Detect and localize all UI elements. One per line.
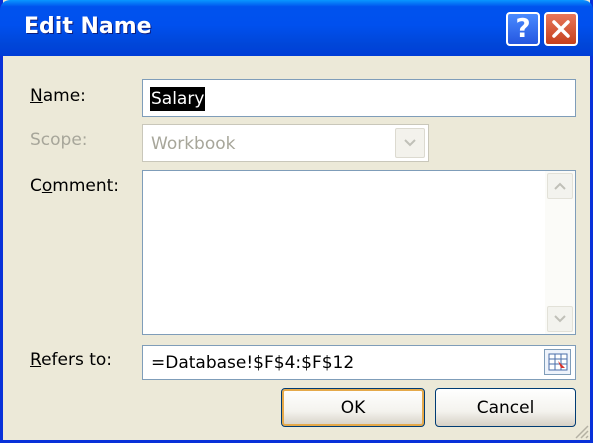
chevron-down-icon: [554, 315, 566, 323]
scope-dropdown-button: [395, 128, 425, 158]
resize-grip-icon[interactable]: [572, 422, 590, 440]
edit-name-dialog: Edit Name ? Name: Salary Scope: Workbook…: [0, 0, 593, 443]
refers-to-label: Refers to:: [30, 350, 113, 370]
scroll-down-button[interactable]: [547, 306, 573, 332]
collapse-dialog-button[interactable]: [544, 349, 571, 375]
title-bar[interactable]: Edit Name ?: [0, 0, 593, 56]
scope-select: Workbook: [142, 124, 429, 162]
name-label: Name:: [30, 86, 86, 106]
help-button[interactable]: ?: [506, 12, 540, 46]
chevron-up-icon: [554, 182, 566, 190]
scope-value: Workbook: [151, 134, 236, 154]
ok-button[interactable]: OK: [281, 388, 425, 427]
close-icon: [552, 20, 570, 38]
scope-label: Scope:: [30, 130, 88, 150]
name-value: Salary: [150, 87, 206, 111]
help-icon: ?: [515, 14, 531, 44]
name-input[interactable]: Salary: [142, 79, 576, 117]
comment-scrollbar[interactable]: [545, 171, 575, 334]
comment-textarea[interactable]: [142, 170, 576, 335]
dialog-title: Edit Name: [24, 14, 152, 39]
close-button[interactable]: [544, 12, 578, 46]
refers-to-input[interactable]: =Database!$F$4:$F$12: [142, 345, 576, 380]
chevron-down-icon: [404, 139, 416, 147]
refers-to-value: =Database!$F$4:$F$12: [151, 353, 355, 373]
comment-label: Comment:: [30, 176, 120, 196]
scroll-up-button[interactable]: [547, 173, 573, 199]
cancel-button[interactable]: Cancel: [435, 388, 576, 427]
range-select-icon: [548, 353, 567, 371]
